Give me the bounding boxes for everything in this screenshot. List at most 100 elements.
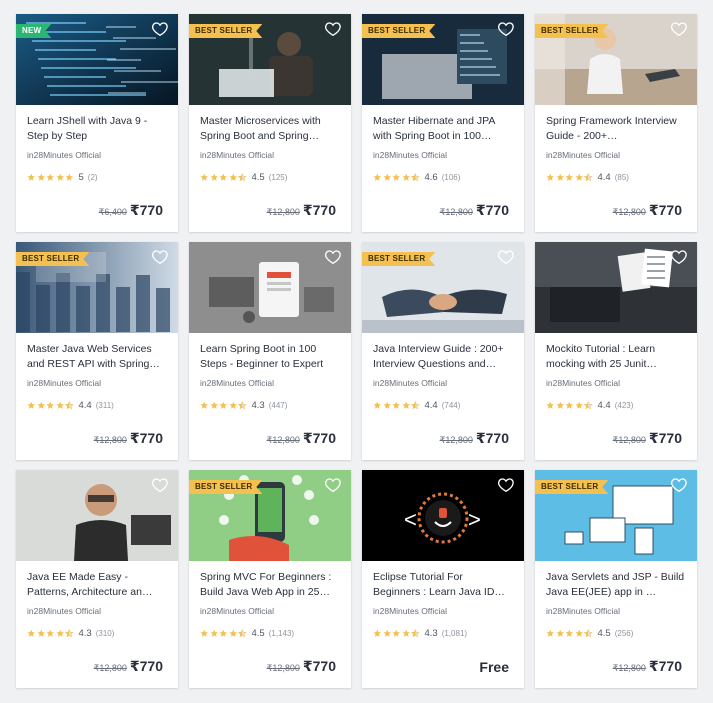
current-price: ₹770	[475, 430, 509, 446]
heart-icon[interactable]	[498, 478, 514, 492]
original-price: ₹12,800	[612, 663, 646, 673]
rating-value: 4.4	[597, 171, 611, 183]
heart-icon[interactable]	[325, 22, 341, 36]
star-icon	[65, 400, 74, 410]
rating-value: 4.3	[78, 627, 92, 639]
star-rating-icon	[200, 172, 247, 182]
rating-row: 4.5 (256)	[546, 627, 686, 639]
star-icon	[56, 173, 64, 181]
course-card[interactable]: Learn Spring Boot in 100 Steps - Beginne…	[189, 242, 351, 460]
star-icon	[46, 629, 54, 637]
heart-icon[interactable]	[325, 250, 341, 264]
original-price: ₹12,800	[439, 435, 473, 445]
heart-icon[interactable]	[671, 250, 687, 264]
price-row: ₹12,800 ₹770	[267, 658, 336, 675]
star-icon	[37, 173, 45, 181]
review-count: (423)	[614, 400, 634, 410]
star-icon	[46, 401, 54, 409]
course-title[interactable]: Spring Framework Interview Guide - 200+…	[546, 114, 686, 144]
rating-row: 4.5 (125)	[200, 171, 340, 183]
star-rating-icon	[200, 400, 247, 410]
current-price: ₹770	[302, 658, 336, 674]
heart-icon[interactable]	[671, 478, 687, 492]
review-count: (106)	[441, 172, 461, 182]
rating-row: 5 (2)	[27, 171, 167, 183]
course-card[interactable]: Mockito Tutorial : Learn mocking with 25…	[535, 242, 697, 460]
heart-icon[interactable]	[498, 250, 514, 264]
original-price: ₹12,800	[612, 207, 646, 217]
course-card[interactable]: BEST SELLER Spring MVC For Beginners : B…	[189, 470, 351, 688]
star-icon	[556, 401, 564, 409]
heart-icon[interactable]	[498, 22, 514, 36]
review-count: (311)	[95, 400, 114, 410]
best-seller-badge: BEST SELLER	[535, 24, 608, 38]
best-seller-badge: BEST SELLER	[362, 24, 435, 38]
course-card[interactable]: BEST SELLER Spring Framework Interview G…	[535, 14, 697, 232]
price-row: ₹12,800 ₹770	[94, 430, 163, 447]
heart-icon[interactable]	[325, 478, 341, 492]
course-title[interactable]: Master Hibernate and JPA with Spring Boo…	[373, 114, 513, 144]
price-row: ₹12,800 ₹770	[267, 202, 336, 219]
current-price: ₹770	[129, 430, 163, 446]
course-title[interactable]: Learn Spring Boot in 100 Steps - Beginne…	[200, 342, 340, 372]
star-icon	[402, 173, 410, 181]
star-icon	[392, 173, 400, 181]
star-icon	[219, 401, 227, 409]
best-seller-badge: BEST SELLER	[16, 252, 89, 266]
original-price: ₹12,800	[266, 207, 300, 217]
course-author: in28Minutes Official	[200, 606, 275, 616]
rating-value: 4.4	[78, 399, 92, 411]
price-row: ₹12,800 ₹770	[267, 430, 336, 447]
course-card[interactable]: NEW Learn JShell with Java 9 - Step by S…	[16, 14, 178, 232]
current-price: ₹770	[129, 658, 163, 674]
course-title[interactable]: Master Microservices with Spring Boot an…	[200, 114, 340, 144]
rating-value: 4.4	[597, 399, 611, 411]
heart-icon[interactable]	[152, 478, 168, 492]
course-title[interactable]: Java EE Made Easy - Patterns, Architectu…	[27, 570, 167, 600]
course-card[interactable]: BEST SELLER Java Interview Guide : 200+ …	[362, 242, 524, 460]
course-author: in28Minutes Official	[200, 378, 275, 388]
course-card[interactable]: BEST SELLER Java Servlets and JSP - Buil…	[535, 470, 697, 688]
course-title[interactable]: Learn JShell with Java 9 - Step by Step	[27, 114, 167, 144]
course-title[interactable]: Java Interview Guide : 200+ Interview Qu…	[373, 342, 513, 372]
course-card[interactable]: < > Eclipse Tutorial For Beginners : Lea…	[362, 470, 524, 688]
course-card[interactable]: BEST SELLER Master Microservices with Sp…	[189, 14, 351, 232]
course-grid: NEW Learn JShell with Java 9 - Step by S…	[16, 14, 698, 688]
current-price: ₹770	[302, 430, 336, 446]
current-price: ₹770	[475, 202, 509, 218]
original-price: ₹12,800	[612, 435, 646, 445]
best-seller-badge: BEST SELLER	[189, 24, 262, 38]
course-card[interactable]: BEST SELLER Master Java Web Services and…	[16, 242, 178, 460]
course-card[interactable]: Java EE Made Easy - Patterns, Architectu…	[16, 470, 178, 688]
svg-text:<: <	[404, 507, 417, 532]
course-title[interactable]: Spring MVC For Beginners : Build Java We…	[200, 570, 340, 600]
course-author: in28Minutes Official	[546, 378, 621, 388]
rating-row: 4.4 (85)	[546, 171, 686, 183]
star-icon	[219, 629, 227, 637]
price-row: ₹12,800 ₹770	[440, 430, 509, 447]
star-icon	[210, 173, 218, 181]
star-icon	[565, 173, 573, 181]
star-icon	[229, 401, 237, 409]
star-icon	[411, 628, 420, 638]
heart-icon[interactable]	[671, 22, 687, 36]
star-icon	[238, 400, 247, 410]
star-icon	[556, 173, 564, 181]
course-title[interactable]: Master Java Web Services and REST API wi…	[27, 342, 167, 372]
star-icon	[584, 400, 593, 410]
rating-row: 4.3 (310)	[27, 627, 167, 639]
course-card[interactable]: BEST SELLER Master Hibernate and JPA wit…	[362, 14, 524, 232]
original-price: ₹12,800	[93, 435, 127, 445]
star-icon	[546, 173, 554, 181]
heart-icon[interactable]	[152, 22, 168, 36]
star-icon	[229, 173, 237, 181]
star-icon	[37, 401, 45, 409]
course-title[interactable]: Java Servlets and JSP - Build Java EE(JE…	[546, 570, 686, 600]
star-rating-icon	[373, 400, 420, 410]
star-icon	[210, 401, 218, 409]
course-title[interactable]: Mockito Tutorial : Learn mocking with 25…	[546, 342, 686, 372]
course-title[interactable]: Eclipse Tutorial For Beginners : Learn J…	[373, 570, 513, 600]
current-price: ₹770	[302, 202, 336, 218]
heart-icon[interactable]	[152, 250, 168, 264]
rating-row: 4.4 (311)	[27, 399, 167, 411]
